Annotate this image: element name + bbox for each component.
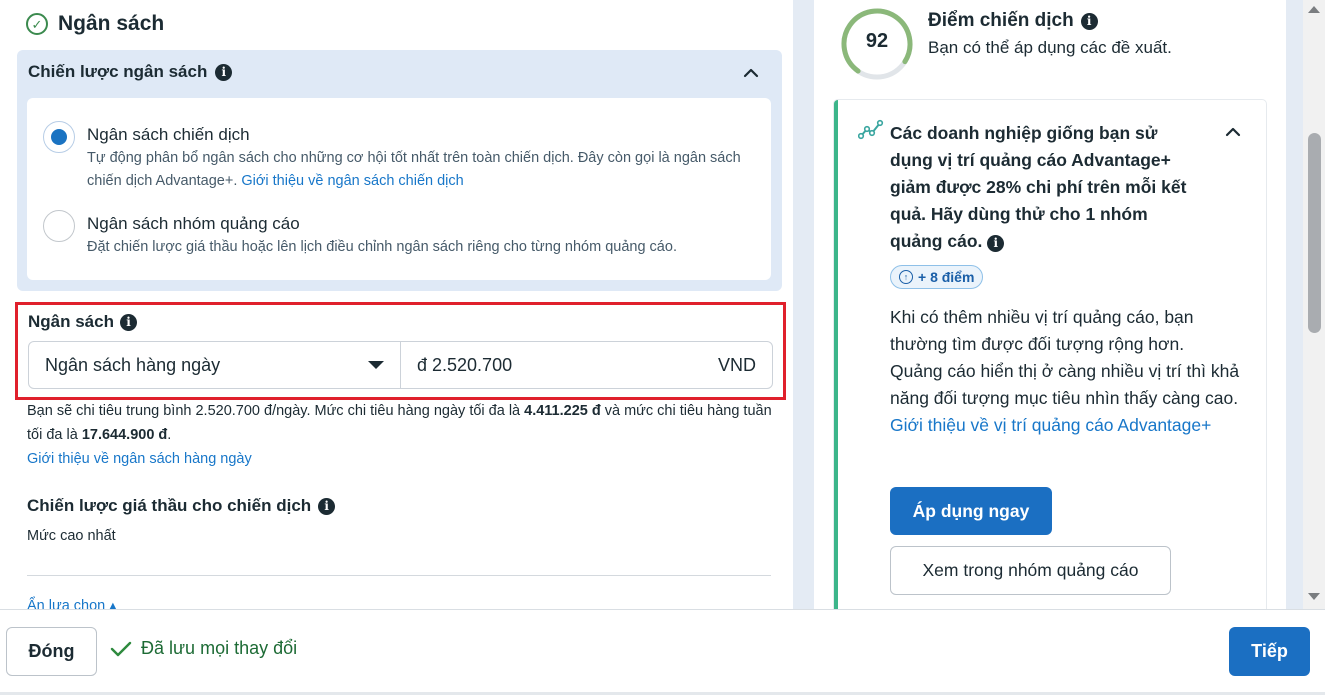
budget-strategy-header: Chiến lược ngân sách i (28, 62, 233, 82)
saved-status: Đã lưu mọi thay đổi (110, 638, 297, 659)
footer-bar: Đóng Đã lưu mọi thay đổi Tiếp (0, 609, 1325, 695)
campaign-budget-link[interactable]: Giới thiệu về ngân sách chiến dịch (241, 173, 463, 189)
budget-strategy-card: Chiến lược ngân sách i Ngân sách chiến d… (17, 50, 782, 291)
option-campaign-budget[interactable]: Ngân sách chiến dịch Tự động phân bổ ngâ… (43, 121, 767, 193)
section-title: Ngân sách (58, 12, 165, 35)
option-label: Ngân sách chiến dịch (87, 125, 250, 144)
option-adset-budget[interactable]: Ngân sách nhóm quảng cáo Đặt chiến lược … (43, 210, 767, 259)
budget-type-value: Ngân sách hàng ngày (45, 354, 221, 375)
currency-label: VND (717, 354, 756, 375)
scrollbar-thumb[interactable] (1308, 133, 1321, 333)
checkmark-icon (110, 641, 132, 656)
recommendation-heading: Các doanh nghiệp giống bạn sử dụng vị tr… (890, 123, 1187, 252)
budget-highlight-box: Ngân sách i Ngân sách hàng ngày đ 2.520.… (15, 302, 786, 400)
recommendation-body: Khi có thêm nhiều vị trí quảng cáo, bạn … (890, 307, 1240, 435)
bid-strategy-title: Chiến lược giá thầu cho chiến dịch i (27, 496, 336, 516)
budget-amount-value: đ 2.520.700 (417, 354, 513, 375)
option-description: Đặt chiến lược giá thầu hoặc lên lịch đi… (87, 239, 677, 255)
section-header: ✓ Ngân sách (26, 12, 164, 36)
spend-note: Bạn sẽ chi tiêu trung bình 2.520.700 đ/n… (27, 403, 772, 443)
info-icon[interactable]: i (987, 234, 1005, 252)
budget-strategy-heading: Chiến lược ngân sách (28, 62, 208, 81)
caret-down-icon (368, 361, 384, 369)
score-title: Điểm chiến dịch i (928, 10, 1098, 32)
apply-now-button[interactable]: Áp dụng ngay (890, 487, 1052, 535)
info-icon[interactable]: i (1080, 12, 1098, 30)
info-icon[interactable]: i (318, 497, 336, 515)
view-in-adset-button[interactable]: Xem trong nhóm quảng cáo (890, 546, 1171, 595)
budget-label: Ngân sách i (28, 312, 137, 332)
chevron-up-icon[interactable] (742, 64, 760, 82)
radio-adset-budget[interactable] (43, 210, 75, 242)
next-button[interactable]: Tiếp (1229, 627, 1310, 676)
budget-amount-input[interactable]: đ 2.520.700 VND (401, 342, 772, 388)
hide-options-link[interactable]: Ẩn lựa chọn ▴ (27, 598, 117, 609)
scroll-up-icon[interactable] (1308, 6, 1320, 13)
budget-strategy-options: Ngân sách chiến dịch Tự động phân bổ ngâ… (27, 98, 771, 280)
arrow-up-icon: ↑ (899, 270, 913, 284)
points-badge: ↑ + 8 điểm (890, 265, 984, 289)
bid-strategy-value: Mức cao nhất (27, 528, 116, 544)
option-description: Tự động phân bổ ngân sách cho những cơ h… (87, 150, 741, 189)
option-label: Ngân sách nhóm quảng cáo (87, 214, 300, 233)
budget-fields: Ngân sách hàng ngày đ 2.520.700 VND (28, 341, 773, 389)
info-icon[interactable]: i (215, 63, 233, 81)
scroll-down-icon[interactable] (1308, 593, 1320, 600)
info-icon[interactable]: i (119, 313, 137, 331)
score-value: 92 (865, 29, 889, 52)
weekly-max: 17.644.900 đ (81, 427, 168, 443)
budget-type-select[interactable]: Ngân sách hàng ngày (29, 342, 401, 388)
close-button[interactable]: Đóng (6, 627, 97, 676)
chevron-up-icon[interactable] (1224, 123, 1242, 141)
advantage-placements-link[interactable]: Giới thiệu về vị trí quảng cáo Advantage… (890, 415, 1211, 435)
divider (27, 575, 771, 576)
daily-budget-link[interactable]: Giới thiệu về ngân sách hàng ngày (27, 451, 252, 467)
daily-max: 4.411.225 đ (524, 403, 601, 419)
trend-chart-icon (858, 119, 884, 140)
radio-campaign-budget[interactable] (43, 121, 75, 153)
score-subtitle: Bạn có thể áp dụng các đề xuất. (928, 38, 1172, 57)
budget-panel: ✓ Ngân sách Chiến lược ngân sách i Ngân … (0, 0, 793, 609)
check-circle-icon: ✓ (26, 13, 48, 35)
